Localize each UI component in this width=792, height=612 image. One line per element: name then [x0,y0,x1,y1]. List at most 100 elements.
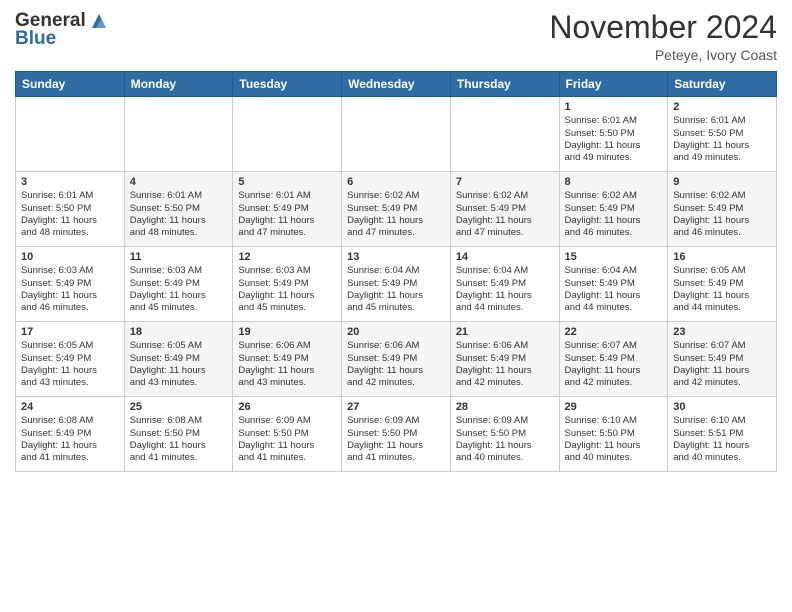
sunset-info: and 42 minutes. [565,377,663,389]
daylight-hours: Daylight: 11 hours [21,440,119,452]
calendar-cell [342,97,451,172]
day-number: 7 [456,176,554,188]
sunset-info: Sunset: 5:50 PM [456,428,554,440]
calendar-cell: 25Sunrise: 6:08 AMSunset: 5:50 PMDayligh… [124,397,233,472]
sunrise-info: Sunrise: 6:04 AM [565,265,663,277]
day-number: 4 [130,176,228,188]
calendar-cell: 2Sunrise: 6:01 AMSunset: 5:50 PMDaylight… [668,97,777,172]
day-number: 6 [347,176,445,188]
sunset-info: Sunset: 5:49 PM [21,278,119,290]
weekday-header-friday: Friday [559,72,668,97]
sunrise-info: Sunrise: 6:01 AM [238,190,336,202]
page: General Blue November 2024 Peteye, Ivory… [0,0,792,612]
sunrise-info: Sunrise: 6:07 AM [565,340,663,352]
sunrise-info: Sunrise: 6:05 AM [673,265,771,277]
sunrise-info: Sunrise: 6:08 AM [21,415,119,427]
sunset-info: Sunset: 5:49 PM [456,278,554,290]
sunset-info: Sunset: 5:50 PM [238,428,336,440]
sunset-info: Sunset: 5:50 PM [347,428,445,440]
day-number: 14 [456,251,554,263]
calendar-week-4: 17 Sunrise: 6:05 AM Sunset: 5:49 PM Dayligh… [16,322,777,397]
header: General Blue November 2024 Peteye, Ivory… [15,10,777,63]
calendar-cell: 20Sunrise: 6:06 AMSunset: 5:49 PMDayligh… [342,322,451,397]
sunset-info: Sunset: 5:49 PM [347,353,445,365]
daylight-hours: Daylight: 11 hours [456,290,554,302]
calendar-cell: 17Sunrise: 6:05 AMSunset: 5:49 PMDayligh… [16,322,125,397]
day-number: 2 [673,101,771,113]
sunset-info: and 45 minutes. [347,302,445,314]
sunset-info: and 41 minutes. [21,452,119,464]
sunset-info: Sunset: 5:50 PM [21,203,119,215]
daylight-hours: Daylight: 11 hours [673,440,771,452]
sunset-info: and 46 minutes. [673,227,771,239]
calendar-cell: 28Sunrise: 6:09 AMSunset: 5:50 PMDayligh… [450,397,559,472]
daylight-hours: Daylight: 11 hours [347,215,445,227]
day-number: 12 [238,251,336,263]
sunset-info: and 41 minutes. [347,452,445,464]
sunrise-info: Sunrise: 6:01 AM [130,190,228,202]
sunset-info: and 42 minutes. [673,377,771,389]
day-number: 22 [565,326,663,338]
sunset-info: and 43 minutes. [238,377,336,389]
sunrise-info: Sunrise: 6:10 AM [673,415,771,427]
sunrise-info: Sunrise: 6:09 AM [347,415,445,427]
sunset-info: and 47 minutes. [456,227,554,239]
daylight-hours: Daylight: 11 hours [238,365,336,377]
location: Peteye, Ivory Coast [549,47,777,63]
calendar-cell [16,97,125,172]
sunset-info: and 40 minutes. [456,452,554,464]
calendar-cell: 19Sunrise: 6:06 AMSunset: 5:49 PMDayligh… [233,322,342,397]
weekday-header-thursday: Thursday [450,72,559,97]
sunset-info: and 43 minutes. [21,377,119,389]
weekday-header-sunday: Sunday [16,72,125,97]
calendar-cell: 8Sunrise: 6:02 AMSunset: 5:49 PMDaylight… [559,172,668,247]
day-number: 3 [21,176,119,188]
calendar-cell: 4Sunrise: 6:01 AMSunset: 5:50 PMDaylight… [124,172,233,247]
daylight-hours: Daylight: 11 hours [565,440,663,452]
sunrise-info: Sunrise: 6:02 AM [673,190,771,202]
sunset-info: Sunset: 5:49 PM [238,278,336,290]
day-number: 21 [456,326,554,338]
calendar-week-2: 3 Sunrise: 6:01 AM Sunset: 5:50 PM Daylight… [16,172,777,247]
day-number: 15 [565,251,663,263]
sunset-info: and 40 minutes. [565,452,663,464]
weekday-header-wednesday: Wednesday [342,72,451,97]
day-number: 1 [565,101,663,113]
sunset-info: Sunset: 5:49 PM [673,278,771,290]
sunrise-info: Sunrise: 6:10 AM [565,415,663,427]
calendar-cell: 5Sunrise: 6:01 AMSunset: 5:49 PMDaylight… [233,172,342,247]
logo-blue: Blue [15,29,110,50]
sunset-info: and 42 minutes. [347,377,445,389]
day-number: 17 [21,326,119,338]
sunrise-info: Sunrise: 6:09 AM [456,415,554,427]
calendar-cell: 7Sunrise: 6:02 AMSunset: 5:49 PMDaylight… [450,172,559,247]
daylight-hours: Daylight: 11 hours [238,215,336,227]
sunset-info: Sunset: 5:49 PM [347,203,445,215]
sunrise-info: Sunrise: 6:06 AM [456,340,554,352]
calendar-table: SundayMondayTuesdayWednesdayThursdayFrid… [15,71,777,472]
sunrise-info: Sunrise: 6:05 AM [130,340,228,352]
sunrise-info: Sunrise: 6:03 AM [130,265,228,277]
calendar-cell: 1Sunrise: 6:01 AMSunset: 5:50 PMDaylight… [559,97,668,172]
calendar-week-1: 1Sunrise: 6:01 AMSunset: 5:50 PMDaylight… [16,97,777,172]
sunset-info: and 45 minutes. [130,302,228,314]
calendar-week-5: 24Sunrise: 6:08 AMSunset: 5:49 PMDayligh… [16,397,777,472]
month-title: November 2024 [549,10,777,45]
calendar-cell: 16Sunrise: 6:05 AMSunset: 5:49 PMDayligh… [668,247,777,322]
daylight-hours: Daylight: 11 hours [456,365,554,377]
calendar-cell: 12Sunrise: 6:03 AMSunset: 5:49 PMDayligh… [233,247,342,322]
day-number: 19 [238,326,336,338]
calendar-cell: 26Sunrise: 6:09 AMSunset: 5:50 PMDayligh… [233,397,342,472]
sunrise-info: Sunrise: 6:03 AM [21,265,119,277]
sunset-info: and 49 minutes. [565,152,663,164]
sunrise-info: Sunrise: 6:01 AM [673,115,771,127]
sunset-info: Sunset: 5:49 PM [238,203,336,215]
sunrise-info: Sunrise: 6:02 AM [565,190,663,202]
calendar-cell: 21Sunrise: 6:06 AMSunset: 5:49 PMDayligh… [450,322,559,397]
daylight-hours: Daylight: 11 hours [21,290,119,302]
sunrise-info: Sunrise: 6:06 AM [347,340,445,352]
sunset-info: and 44 minutes. [673,302,771,314]
logo-icon [88,10,110,32]
day-number: 11 [130,251,228,263]
sunset-info: Sunset: 5:50 PM [565,428,663,440]
